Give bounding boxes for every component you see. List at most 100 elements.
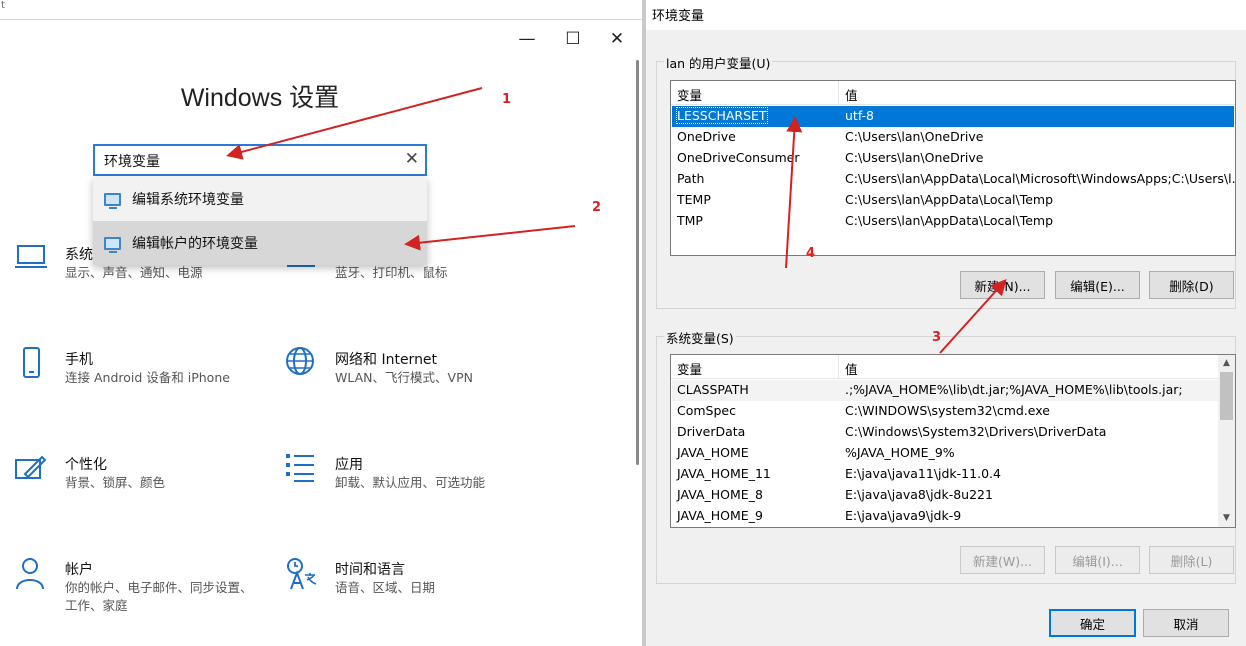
category-desc: 显示、声音、通知、电源 [65,265,203,280]
category-desc: 蓝牙、打印机、鼠标 [335,265,448,280]
var-value: C:\Users\lan\OneDrive [845,150,984,165]
list-header: 变量 值 [671,355,1235,379]
category-name: 手机 [65,352,93,368]
suggestion-edit-account-env[interactable]: 编辑帐户的环境变量 [93,221,427,265]
search-suggestions: 编辑系统环境变量 编辑帐户的环境变量 [93,177,427,265]
scrollbar-thumb[interactable] [1220,372,1233,420]
clear-search-icon[interactable]: ✕ [405,149,419,169]
category-name: 网络和 Internet [335,352,438,368]
var-value: C:\WINDOWS\system32\cmd.exe [845,403,1050,418]
maximize-button[interactable]: ☐ [550,26,596,52]
control-panel-icon [104,236,121,253]
scroll-down-arrow-icon[interactable]: ▼ [1218,510,1235,527]
column-header-val[interactable]: 值 [845,85,858,104]
user-delete-button[interactable]: 删除(D) [1149,271,1234,299]
page-title: Windows 设置 [180,84,340,112]
minimize-button[interactable]: — [504,26,550,52]
var-name: ComSpec [677,403,736,418]
column-separator[interactable] [838,355,839,379]
suggestion-edit-system-env[interactable]: 编辑系统环境变量 [93,177,427,221]
apps-list-icon [286,454,314,482]
laptop-icon [15,245,47,268]
category-accounts[interactable]: 帐户 你的帐户、电子邮件、同步设置、工作、家庭 [15,557,265,627]
settings-top-strip: t [0,0,642,20]
search-input[interactable]: 环境变量 ✕ [93,144,427,176]
user-vars-group-label: lan 的用户变量(U) [664,53,773,72]
var-value: C:\Users\lan\AppData\Local\Microsoft\Win… [845,171,1236,186]
category-phone[interactable]: 手机 连接 Android 设备和 iPhone [15,347,265,417]
var-name: OneDrive [677,129,736,144]
corner-text: t [1,0,5,11]
var-name: JAVA_HOME_11 [677,466,771,481]
category-time-language[interactable]: 时间和语言 语音、区域、日期 [285,557,535,627]
system-vars-scrollbar[interactable]: ▲ ▼ [1218,355,1235,527]
var-name: CLASSPATH [677,382,749,397]
column-header-var[interactable]: 变量 [677,359,702,378]
control-panel-icon [104,192,121,209]
system-delete-button[interactable]: 删除(L) [1149,546,1234,574]
var-value: C:\Users\lan\AppData\Local\Temp [845,192,1054,207]
category-desc: WLAN、飞行模式、VPN [335,370,473,385]
var-name: LESSCHARSET [676,107,768,124]
category-desc: 卸载、默认应用、可选功能 [335,475,486,490]
var-name: JAVA_HOME_9 [677,508,763,523]
column-header-val[interactable]: 值 [845,359,858,378]
annotation-number-3: 3 [932,330,942,345]
annotation-number-4: 4 [806,246,816,261]
system-new-button[interactable]: 新建(W)... [960,546,1045,574]
category-network[interactable]: 网络和 Internet WLAN、飞行模式、VPN [285,347,535,417]
search-value: 环境变量 [104,154,160,170]
user-vars-list[interactable]: 变量 值 LESSCHARSET utf-8 OneDrive C:\Users… [670,80,1236,256]
column-separator[interactable] [838,81,839,105]
user-var-row[interactable]: LESSCHARSET utf-8 [672,106,1234,127]
category-name: 帐户 [65,562,93,578]
category-desc: 连接 Android 设备和 iPhone [65,370,230,385]
var-value: C:\Users\lan\AppData\Local\Temp [845,213,1054,228]
person-icon [16,558,44,590]
var-name: JAVA_HOME [677,445,749,460]
globe-icon [286,347,314,375]
category-personalization[interactable]: 个性化 背景、锁屏、颜色 [15,452,265,522]
cancel-button[interactable]: 取消 [1143,609,1229,637]
category-name: 应用 [335,457,363,473]
ok-button[interactable]: 确定 [1049,609,1136,637]
var-value: C:\Users\lan\OneDrive [845,129,984,144]
system-var-row[interactable]: CLASSPATH .;%JAVA_HOME%\lib\dt.jar;%JAVA… [672,380,1218,401]
category-desc: 背景、锁屏、颜色 [65,475,166,490]
settings-scrollbar[interactable] [634,20,642,646]
var-name: TMP [677,213,703,228]
env-vars-dialog: 环境变量 lan 的用户变量(U) 变量 值 LESSCHARSET utf-8… [646,0,1246,646]
scrollbar-thumb[interactable] [636,60,639,465]
var-name: Path [677,171,705,186]
settings-window: t — ☐ ✕ Windows 设置 环境变量 ✕ 系统 显示、声音、通知、电源… [0,0,642,646]
system-vars-group-label: 系统变量(S) [664,328,736,347]
column-header-var[interactable]: 变量 [677,85,702,104]
scroll-up-arrow-icon[interactable]: ▲ [1218,355,1235,372]
var-value: utf-8 [845,108,875,123]
var-name: OneDriveConsumer [677,150,800,165]
system-vars-list[interactable]: 变量 值 CLASSPATH .;%JAVA_HOME%\lib\dt.jar;… [670,354,1236,528]
phone-icon [23,347,40,378]
var-value: E:\java\java11\jdk-11.0.4 [845,466,1001,481]
language-icon [287,558,317,590]
category-apps[interactable]: 应用 卸载、默认应用、可选功能 [285,452,535,522]
suggestion-label: 编辑帐户的环境变量 [132,236,258,252]
var-name: JAVA_HOME_8 [677,487,763,502]
system-edit-button[interactable]: 编辑(I)... [1055,546,1140,574]
var-value: C:\Windows\System32\Drivers\DriverData [845,424,1107,439]
category-desc: 语音、区域、日期 [335,580,436,595]
dialog-titlebar: 环境变量 [646,0,1246,30]
annotation-number-2: 2 [592,200,602,215]
var-value: .;%JAVA_HOME%\lib\dt.jar;%JAVA_HOME%\lib… [845,382,1183,397]
user-edit-button[interactable]: 编辑(E)... [1055,271,1140,299]
list-header: 变量 值 [671,81,1235,105]
category-name: 时间和语言 [335,562,405,578]
annotation-number-1: 1 [502,92,512,107]
var-value: %JAVA_HOME_9% [845,445,955,460]
user-new-button[interactable]: 新建(N)... [960,271,1045,299]
category-name: 系统 [65,247,93,263]
suggestion-label: 编辑系统环境变量 [132,192,244,208]
var-value: E:\java\java8\jdk-8u221 [845,487,993,502]
var-name: DriverData [677,424,746,439]
var-value: E:\java\java9\jdk-9 [845,508,962,523]
